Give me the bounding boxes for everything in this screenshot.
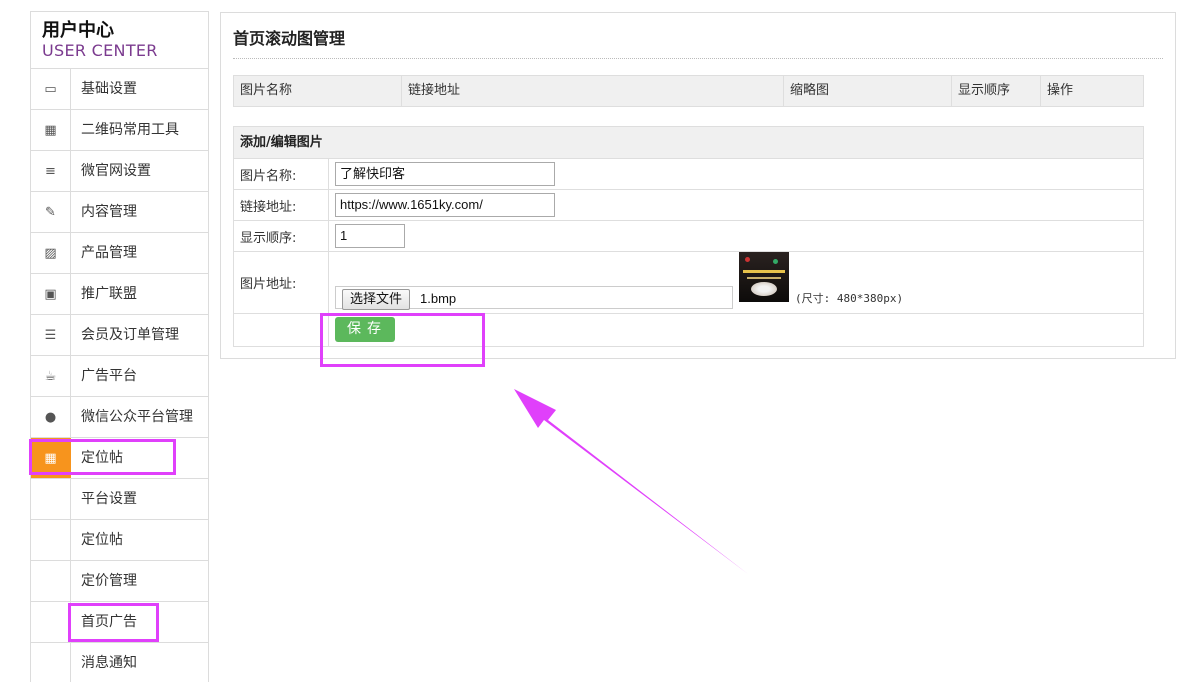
annotation-arrow <box>514 389 748 574</box>
page: 用户中心 USER CENTER ▭ 基础设置 ▦ 二维码常用工具 ≡ 微官网设置 ✎ 内容管… <box>0 0 1200 682</box>
arrow-icon <box>514 389 748 574</box>
